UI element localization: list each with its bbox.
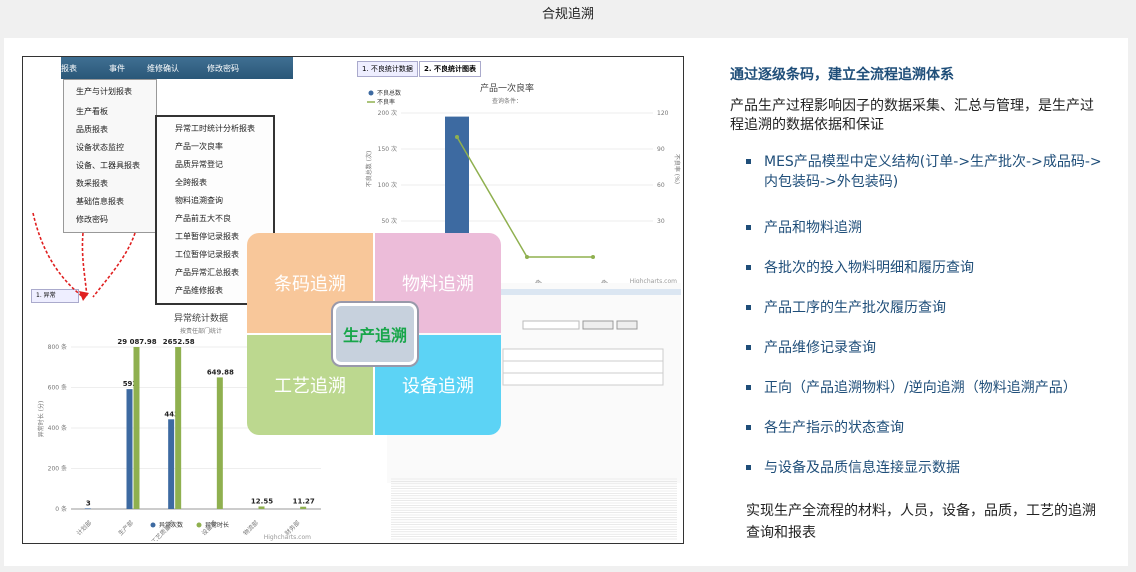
- arrow-head: [79, 291, 89, 301]
- section-title: 通过逐级条码，建立全流程追溯体系: [730, 67, 954, 83]
- page-title: 合规追溯: [0, 0, 1136, 36]
- bullet-icon: [746, 159, 751, 164]
- bullet-icon: [746, 225, 751, 230]
- list-item: 产品维修记录查询: [746, 338, 1106, 358]
- dashed-arrow: [32, 212, 84, 298]
- section-intro: 产品生产过程影响因子的数据采集、汇总与管理，是生产过程追溯的数据依据和保证: [730, 98, 1094, 133]
- dashed-arrow: [81, 232, 88, 298]
- bullet-icon: [746, 265, 751, 270]
- list-item: 正向（产品追溯物料）/逆向追溯（物料追溯产品）: [746, 378, 1106, 398]
- list-item: 各生产指示的状态查询: [746, 418, 1106, 438]
- bullet-icon: [746, 465, 751, 470]
- bullet-icon: [746, 425, 751, 430]
- mes-screenshot: 报表 事件 维修确认 修改密码 生产与计划报表 生产看板 品质报表 设备状态监控…: [22, 56, 684, 544]
- bullet-icon: [746, 345, 751, 350]
- bullet-icon: [746, 305, 751, 310]
- list-item: MES产品模型中定义结构(订单->生产批次->成品码->内包装码->外包装码): [746, 152, 1106, 192]
- list-item: 各批次的投入物料明细和履历查询: [746, 258, 1106, 278]
- bullet-icon: [746, 385, 751, 390]
- list-item: 产品和物料追溯: [746, 218, 1106, 238]
- list-item: 与设备及品质信息连接显示数据: [746, 458, 1106, 478]
- list-item: 产品工序的生产批次履历查询: [746, 298, 1106, 318]
- dashed-arrow: [92, 232, 136, 298]
- production-trace-center: 生产追溯: [333, 303, 417, 365]
- section-footer: 实现生产全流程的材料，人员，设备，品质，工艺的追溯查询和报表: [746, 503, 1096, 541]
